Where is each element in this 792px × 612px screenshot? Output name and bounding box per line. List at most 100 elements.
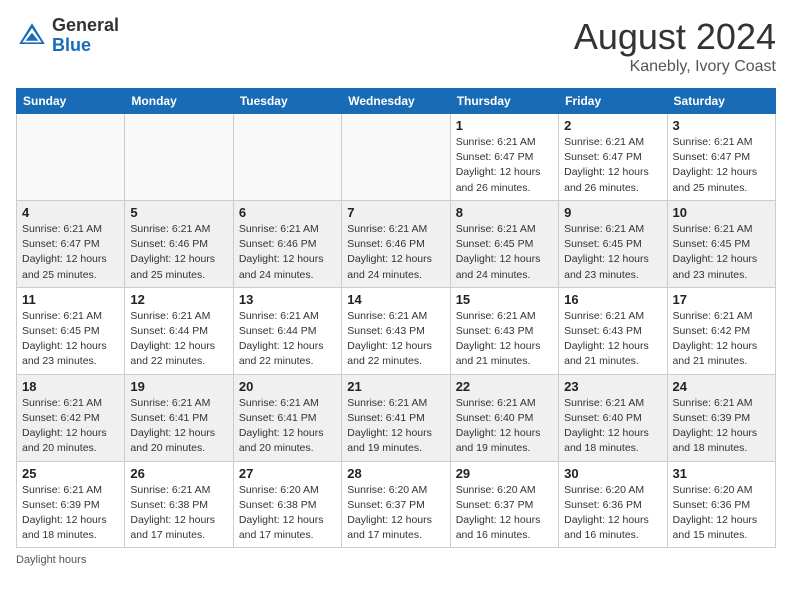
calendar-cell — [125, 114, 233, 201]
calendar-cell: 7 Sunrise: 6:21 AM Sunset: 6:46 PM Daylig… — [342, 200, 450, 287]
calendar-cell: 20 Sunrise: 6:21 AM Sunset: 6:41 PM Dayli… — [233, 374, 341, 461]
day-number: 25 — [22, 466, 119, 481]
day-number: 28 — [347, 466, 444, 481]
day-info: Sunrise: 6:21 AM Sunset: 6:38 PM Dayligh… — [130, 483, 227, 544]
page-header: General Blue August 2024 Kanebly, Ivory … — [16, 16, 776, 76]
logo-blue-text: Blue — [52, 36, 119, 56]
day-number: 13 — [239, 292, 336, 307]
day-number: 6 — [239, 205, 336, 220]
calendar-cell: 25 Sunrise: 6:21 AM Sunset: 6:39 PM Dayli… — [17, 461, 125, 548]
logo-general-text: General — [52, 16, 119, 36]
calendar-cell: 9 Sunrise: 6:21 AM Sunset: 6:45 PM Daylig… — [559, 200, 667, 287]
weekday-header-row: SundayMondayTuesdayWednesdayThursdayFrid… — [17, 89, 776, 114]
day-info: Sunrise: 6:21 AM Sunset: 6:45 PM Dayligh… — [456, 222, 553, 283]
day-number: 4 — [22, 205, 119, 220]
calendar-cell: 18 Sunrise: 6:21 AM Sunset: 6:42 PM Dayli… — [17, 374, 125, 461]
calendar-cell: 12 Sunrise: 6:21 AM Sunset: 6:44 PM Dayli… — [125, 287, 233, 374]
day-info: Sunrise: 6:20 AM Sunset: 6:37 PM Dayligh… — [347, 483, 444, 544]
logo: General Blue — [16, 16, 119, 56]
day-number: 29 — [456, 466, 553, 481]
weekday-header-sunday: Sunday — [17, 89, 125, 114]
calendar-cell — [17, 114, 125, 201]
footer-note: Daylight hours — [16, 554, 776, 566]
day-number: 22 — [456, 379, 553, 394]
logo-icon — [16, 20, 48, 52]
day-number: 31 — [673, 466, 770, 481]
calendar-cell: 2Sunrise: 6:21 AM Sunset: 6:47 PM Daylig… — [559, 114, 667, 201]
calendar-cell: 17Sunrise: 6:21 AM Sunset: 6:42 PM Dayli… — [667, 287, 775, 374]
day-info: Sunrise: 6:21 AM Sunset: 6:39 PM Dayligh… — [673, 396, 770, 457]
calendar-cell: 21 Sunrise: 6:21 AM Sunset: 6:41 PM Dayli… — [342, 374, 450, 461]
title-block: August 2024 Kanebly, Ivory Coast — [574, 16, 776, 76]
day-info: Sunrise: 6:21 AM Sunset: 6:44 PM Dayligh… — [130, 309, 227, 370]
calendar-cell: 23 Sunrise: 6:21 AM Sunset: 6:40 PM Dayli… — [559, 374, 667, 461]
day-number: 21 — [347, 379, 444, 394]
day-number: 18 — [22, 379, 119, 394]
day-info: Sunrise: 6:21 AM Sunset: 6:42 PM Dayligh… — [22, 396, 119, 457]
day-info: Sunrise: 6:21 AM Sunset: 6:42 PM Dayligh… — [673, 309, 770, 370]
day-info: Sunrise: 6:20 AM Sunset: 6:36 PM Dayligh… — [673, 483, 770, 544]
calendar-cell: 15 Sunrise: 6:21 AM Sunset: 6:43 PM Dayli… — [450, 287, 558, 374]
calendar-cell: 13 Sunrise: 6:21 AM Sunset: 6:44 PM Dayli… — [233, 287, 341, 374]
day-info: Sunrise: 6:21 AM Sunset: 6:41 PM Dayligh… — [347, 396, 444, 457]
day-info: Sunrise: 6:21 AM Sunset: 6:40 PM Dayligh… — [564, 396, 661, 457]
calendar-week-row: 1Sunrise: 6:21 AM Sunset: 6:47 PM Daylig… — [17, 114, 776, 201]
day-number: 11 — [22, 292, 119, 307]
calendar-cell: 5Sunrise: 6:21 AM Sunset: 6:46 PM Daylig… — [125, 200, 233, 287]
calendar-cell: 14Sunrise: 6:21 AM Sunset: 6:43 PM Dayli… — [342, 287, 450, 374]
calendar-cell: 1Sunrise: 6:21 AM Sunset: 6:47 PM Daylig… — [450, 114, 558, 201]
day-number: 30 — [564, 466, 661, 481]
calendar-cell: 11Sunrise: 6:21 AM Sunset: 6:45 PM Dayli… — [17, 287, 125, 374]
day-info: Sunrise: 6:20 AM Sunset: 6:36 PM Dayligh… — [564, 483, 661, 544]
day-info: Sunrise: 6:21 AM Sunset: 6:41 PM Dayligh… — [130, 396, 227, 457]
calendar-table: SundayMondayTuesdayWednesdayThursdayFrid… — [16, 88, 776, 548]
calendar-cell: 29 Sunrise: 6:20 AM Sunset: 6:37 PM Dayli… — [450, 461, 558, 548]
weekday-header-tuesday: Tuesday — [233, 89, 341, 114]
day-info: Sunrise: 6:21 AM Sunset: 6:45 PM Dayligh… — [564, 222, 661, 283]
day-info: Sunrise: 6:21 AM Sunset: 6:46 PM Dayligh… — [347, 222, 444, 283]
calendar-cell: 4Sunrise: 6:21 AM Sunset: 6:47 PM Daylig… — [17, 200, 125, 287]
weekday-header-saturday: Saturday — [667, 89, 775, 114]
logo-text: General Blue — [52, 16, 119, 56]
weekday-header-thursday: Thursday — [450, 89, 558, 114]
month-year-title: August 2024 — [574, 16, 776, 58]
calendar-week-row: 18 Sunrise: 6:21 AM Sunset: 6:42 PM Dayli… — [17, 374, 776, 461]
calendar-cell: 10 Sunrise: 6:21 AM Sunset: 6:45 PM Dayli… — [667, 200, 775, 287]
day-number: 3 — [673, 118, 770, 133]
day-number: 16 — [564, 292, 661, 307]
day-number: 26 — [130, 466, 227, 481]
calendar-week-row: 4Sunrise: 6:21 AM Sunset: 6:47 PM Daylig… — [17, 200, 776, 287]
day-info: Sunrise: 6:21 AM Sunset: 6:44 PM Dayligh… — [239, 309, 336, 370]
day-info: Sunrise: 6:21 AM Sunset: 6:39 PM Dayligh… — [22, 483, 119, 544]
calendar-cell — [233, 114, 341, 201]
day-number: 10 — [673, 205, 770, 220]
calendar-cell: 30 Sunrise: 6:20 AM Sunset: 6:36 PM Dayli… — [559, 461, 667, 548]
day-number: 15 — [456, 292, 553, 307]
day-number: 20 — [239, 379, 336, 394]
calendar-week-row: 25 Sunrise: 6:21 AM Sunset: 6:39 PM Dayli… — [17, 461, 776, 548]
weekday-header-monday: Monday — [125, 89, 233, 114]
calendar-cell — [342, 114, 450, 201]
calendar-cell: 31 Sunrise: 6:20 AM Sunset: 6:36 PM Dayli… — [667, 461, 775, 548]
day-number: 7 — [347, 205, 444, 220]
calendar-cell: 6Sunrise: 6:21 AM Sunset: 6:46 PM Daylig… — [233, 200, 341, 287]
weekday-header-wednesday: Wednesday — [342, 89, 450, 114]
day-number: 9 — [564, 205, 661, 220]
day-number: 23 — [564, 379, 661, 394]
calendar-cell: 24Sunrise: 6:21 AM Sunset: 6:39 PM Dayli… — [667, 374, 775, 461]
day-number: 27 — [239, 466, 336, 481]
calendar-cell: 22Sunrise: 6:21 AM Sunset: 6:40 PM Dayli… — [450, 374, 558, 461]
day-info: Sunrise: 6:20 AM Sunset: 6:37 PM Dayligh… — [456, 483, 553, 544]
day-info: Sunrise: 6:21 AM Sunset: 6:47 PM Dayligh… — [456, 135, 553, 196]
calendar-cell: 8 Sunrise: 6:21 AM Sunset: 6:45 PM Daylig… — [450, 200, 558, 287]
day-number: 14 — [347, 292, 444, 307]
day-number: 5 — [130, 205, 227, 220]
day-number: 8 — [456, 205, 553, 220]
day-info: Sunrise: 6:21 AM Sunset: 6:43 PM Dayligh… — [456, 309, 553, 370]
day-info: Sunrise: 6:21 AM Sunset: 6:45 PM Dayligh… — [673, 222, 770, 283]
day-info: Sunrise: 6:20 AM Sunset: 6:38 PM Dayligh… — [239, 483, 336, 544]
calendar-cell: 3Sunrise: 6:21 AM Sunset: 6:47 PM Daylig… — [667, 114, 775, 201]
day-info: Sunrise: 6:21 AM Sunset: 6:41 PM Dayligh… — [239, 396, 336, 457]
day-number: 12 — [130, 292, 227, 307]
day-info: Sunrise: 6:21 AM Sunset: 6:47 PM Dayligh… — [564, 135, 661, 196]
